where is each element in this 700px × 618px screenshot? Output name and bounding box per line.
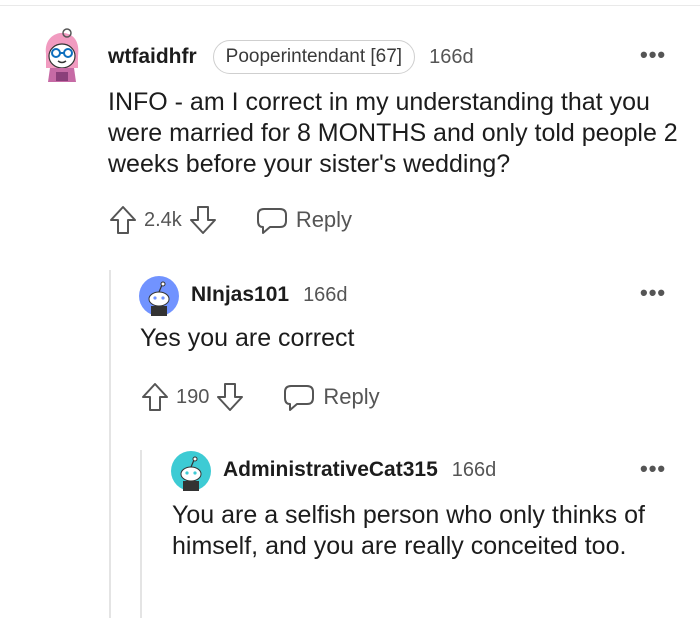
snoo-avatar-icon [139, 276, 179, 316]
more-options-icon[interactable]: ••• [640, 42, 666, 68]
comment-actions: 190 Reply [140, 381, 380, 413]
user-avatar[interactable] [40, 28, 84, 86]
downvote-icon[interactable] [215, 381, 245, 413]
username[interactable]: wtfaidhfr [108, 45, 197, 69]
upvote-icon[interactable] [108, 204, 138, 236]
snoo-avatar-icon [171, 451, 211, 491]
thread-line[interactable] [109, 270, 111, 618]
comment-header: NInjas101 166d [191, 283, 348, 307]
username[interactable]: AdministrativeCat315 [223, 458, 438, 482]
comment-body: Yes you are correct [140, 324, 355, 352]
more-options-icon[interactable]: ••• [640, 280, 666, 306]
reply-icon [283, 382, 315, 412]
username[interactable]: NInjas101 [191, 283, 289, 307]
reply-label: Reply [323, 384, 380, 409]
comment-age[interactable]: 166d [429, 46, 474, 69]
user-avatar[interactable] [139, 276, 179, 316]
comment-header: wtfaidhfr Pooperintendant [67] 166d [108, 40, 474, 74]
comment-header: AdministrativeCat315 166d [223, 458, 496, 482]
upvote-icon[interactable] [140, 381, 170, 413]
comment-thread: wtfaidhfr Pooperintendant [67] 166d ••• … [0, 0, 700, 618]
comment-age[interactable]: 166d [452, 459, 497, 482]
snoo-avatar-icon [45, 28, 79, 82]
user-flair: Pooperintendant [67] [212, 40, 416, 74]
downvote-icon[interactable] [188, 204, 218, 236]
comment-body: INFO - am I correct in my understanding … [108, 88, 678, 178]
reply-label: Reply [295, 207, 353, 232]
reply-button[interactable]: Reply [283, 382, 380, 412]
reply-button[interactable]: Reply [256, 205, 352, 235]
comment-body: You are a selfish person who only thinks… [172, 501, 645, 560]
thread-line[interactable] [140, 450, 142, 618]
user-avatar[interactable] [171, 451, 211, 491]
more-options-icon[interactable]: ••• [640, 456, 666, 482]
comment-actions: 2.4k Reply [108, 204, 352, 236]
reply-icon [256, 205, 288, 235]
divider [0, 5, 700, 6]
vote-count: 190 [176, 385, 210, 408]
vote-count: 2.4k [144, 208, 182, 231]
comment-age[interactable]: 166d [303, 284, 348, 307]
